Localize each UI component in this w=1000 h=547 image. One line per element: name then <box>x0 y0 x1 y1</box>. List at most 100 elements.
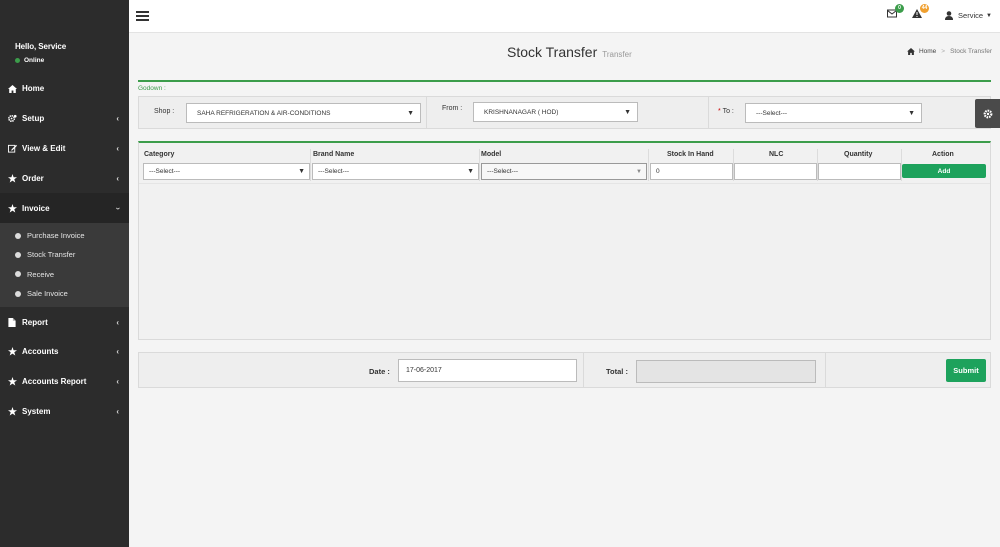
sidebar-item-accounts-report[interactable]: Accounts Report ‹ <box>0 367 129 397</box>
star-icon <box>8 406 22 416</box>
alerts-badge: 44 <box>920 4 929 13</box>
caret-down-icon: ▼ <box>407 109 414 117</box>
from-select[interactable]: KRISHNANAGAR ( HOD) ▼ <box>473 102 638 122</box>
header-quantity: Quantity <box>844 151 873 158</box>
breadcrumb-separator: > <box>941 48 946 55</box>
submenu-item-label: Stock Transfer <box>27 250 76 260</box>
sidebar-item-label: Setup <box>22 114 45 124</box>
caret-down-icon: ▼ <box>467 168 474 175</box>
sidebar-item-accounts[interactable]: Accounts ‹ <box>0 337 129 367</box>
user-panel: Hello, Service Online <box>0 0 129 74</box>
user-status-label: Online <box>24 57 45 64</box>
shop-select-value: SAHA REFRIGERATION & AIR-CONDITIONS <box>197 109 331 117</box>
to-label-text: To : <box>722 108 734 115</box>
footer-divider <box>825 353 826 387</box>
model-select-value: ---Select--- <box>487 168 519 175</box>
items-table: Category Brand Name Model Stock In Hand … <box>138 141 991 340</box>
nlc-field[interactable] <box>734 163 817 180</box>
edit-icon <box>8 144 22 153</box>
brand-select[interactable]: ---Select--- ▼ <box>312 163 479 180</box>
alerts-button[interactable]: 44 <box>912 4 929 20</box>
to-cell: * To : ---Select--- ▼ <box>709 97 992 128</box>
model-select[interactable]: ---Select--- ▼ <box>481 163 647 180</box>
header-model: Model <box>481 151 502 158</box>
from-label: From : <box>442 105 463 112</box>
user-menu-label: Service <box>958 11 984 20</box>
page-title-text: Stock Transfer <box>507 44 598 60</box>
add-button[interactable]: Add <box>902 164 986 178</box>
invoice-submenu: Purchase Invoice Stock Transfer Receive … <box>0 222 129 308</box>
chevron-down-icon: ‹ <box>113 206 123 210</box>
page-subtitle: Transfer <box>602 50 632 59</box>
column-divider <box>648 149 649 181</box>
chevron-left-icon: ‹ <box>116 377 119 387</box>
category-select[interactable]: ---Select--- ▼ <box>143 163 310 180</box>
circle-icon <box>15 290 21 297</box>
breadcrumb-current: Stock Transfer <box>950 48 992 55</box>
submenu-item-label: Receive <box>27 269 55 279</box>
column-divider <box>479 149 480 181</box>
sidebar-item-view-edit[interactable]: View & Edit ‹ <box>0 134 129 164</box>
gears-icon <box>8 114 22 123</box>
chevron-left-icon: ‹ <box>116 347 119 357</box>
quantity-field[interactable] <box>818 163 901 180</box>
date-value: 17-06-2017 <box>406 367 442 374</box>
sidebar-item-label: Accounts <box>22 347 59 357</box>
caret-down-icon: ▼ <box>908 109 915 117</box>
circle-icon <box>15 251 21 258</box>
required-asterisk: * <box>718 108 721 115</box>
chevron-left-icon: ‹ <box>116 406 119 416</box>
submenu-item-receive[interactable]: Receive <box>0 265 129 284</box>
date-field[interactable]: 17-06-2017 <box>398 359 577 382</box>
sidebar: Hello, Service Online Home Setup ‹ View … <box>0 0 129 547</box>
from-select-value: KRISHNANAGAR ( HOD) <box>484 108 559 116</box>
user-icon <box>945 11 954 20</box>
header-action: Action <box>932 151 954 158</box>
menu-toggle-icon[interactable] <box>136 11 149 21</box>
to-select[interactable]: ---Select--- ▼ <box>745 103 922 123</box>
submenu-item-sale-invoice[interactable]: Sale Invoice <box>0 284 129 303</box>
submit-button[interactable]: Submit <box>946 359 986 382</box>
submenu-item-label: Sale Invoice <box>27 289 68 299</box>
sidebar-item-system[interactable]: System ‹ <box>0 397 129 427</box>
user-greeting: Hello, Service <box>15 42 67 51</box>
user-status: Online <box>15 57 129 64</box>
from-cell: From : KRISHNANAGAR ( HOD) ▼ <box>427 97 709 128</box>
user-menu[interactable]: Service ▼ <box>945 11 992 20</box>
sidebar-item-order[interactable]: Order ‹ <box>0 163 129 193</box>
category-select-value: ---Select--- <box>149 168 181 175</box>
total-field <box>636 360 816 383</box>
sidebar-item-label: Order <box>22 173 44 183</box>
sidebar-item-setup[interactable]: Setup ‹ <box>0 104 129 134</box>
stock-in-hand-field[interactable]: 0 <box>650 163 733 180</box>
topbar: 0 44 Service ▼ <box>129 0 1000 33</box>
messages-button[interactable]: 0 <box>887 4 904 20</box>
header-category: Category <box>144 151 175 158</box>
caret-down-icon: ▼ <box>298 168 305 175</box>
messages-badge: 0 <box>895 4 904 13</box>
submenu-item-purchase-invoice[interactable]: Purchase Invoice <box>0 226 129 245</box>
date-label: Date : <box>369 367 390 376</box>
caret-down-icon: ▼ <box>624 108 631 116</box>
breadcrumb-home-link[interactable]: Home <box>919 48 936 55</box>
home-icon <box>907 48 915 55</box>
shop-label: Shop : <box>154 108 175 115</box>
sidebar-item-report[interactable]: Report ‹ <box>0 307 129 337</box>
star-icon <box>8 203 22 213</box>
total-label: Total : <box>606 367 628 376</box>
submenu-item-stock-transfer[interactable]: Stock Transfer <box>0 245 129 264</box>
godown-row: Shop : SAHA REFRIGERATION & AIR-CONDITIO… <box>138 96 991 129</box>
gear-icon <box>983 109 992 118</box>
header-brand: Brand Name <box>313 151 355 158</box>
chevron-left-icon: ‹ <box>116 143 119 153</box>
to-label: * To : <box>718 108 734 115</box>
online-dot-icon <box>15 58 20 63</box>
column-divider <box>310 149 311 181</box>
star-icon <box>8 347 22 356</box>
to-select-value: ---Select--- <box>756 109 788 117</box>
shop-select[interactable]: SAHA REFRIGERATION & AIR-CONDITIONS ▼ <box>186 103 421 123</box>
sidebar-item-invoice[interactable]: Invoice ‹ <box>0 193 129 223</box>
chevron-left-icon: ‹ <box>116 317 119 327</box>
sidebar-item-home[interactable]: Home <box>0 74 129 104</box>
settings-button[interactable] <box>975 99 1000 128</box>
